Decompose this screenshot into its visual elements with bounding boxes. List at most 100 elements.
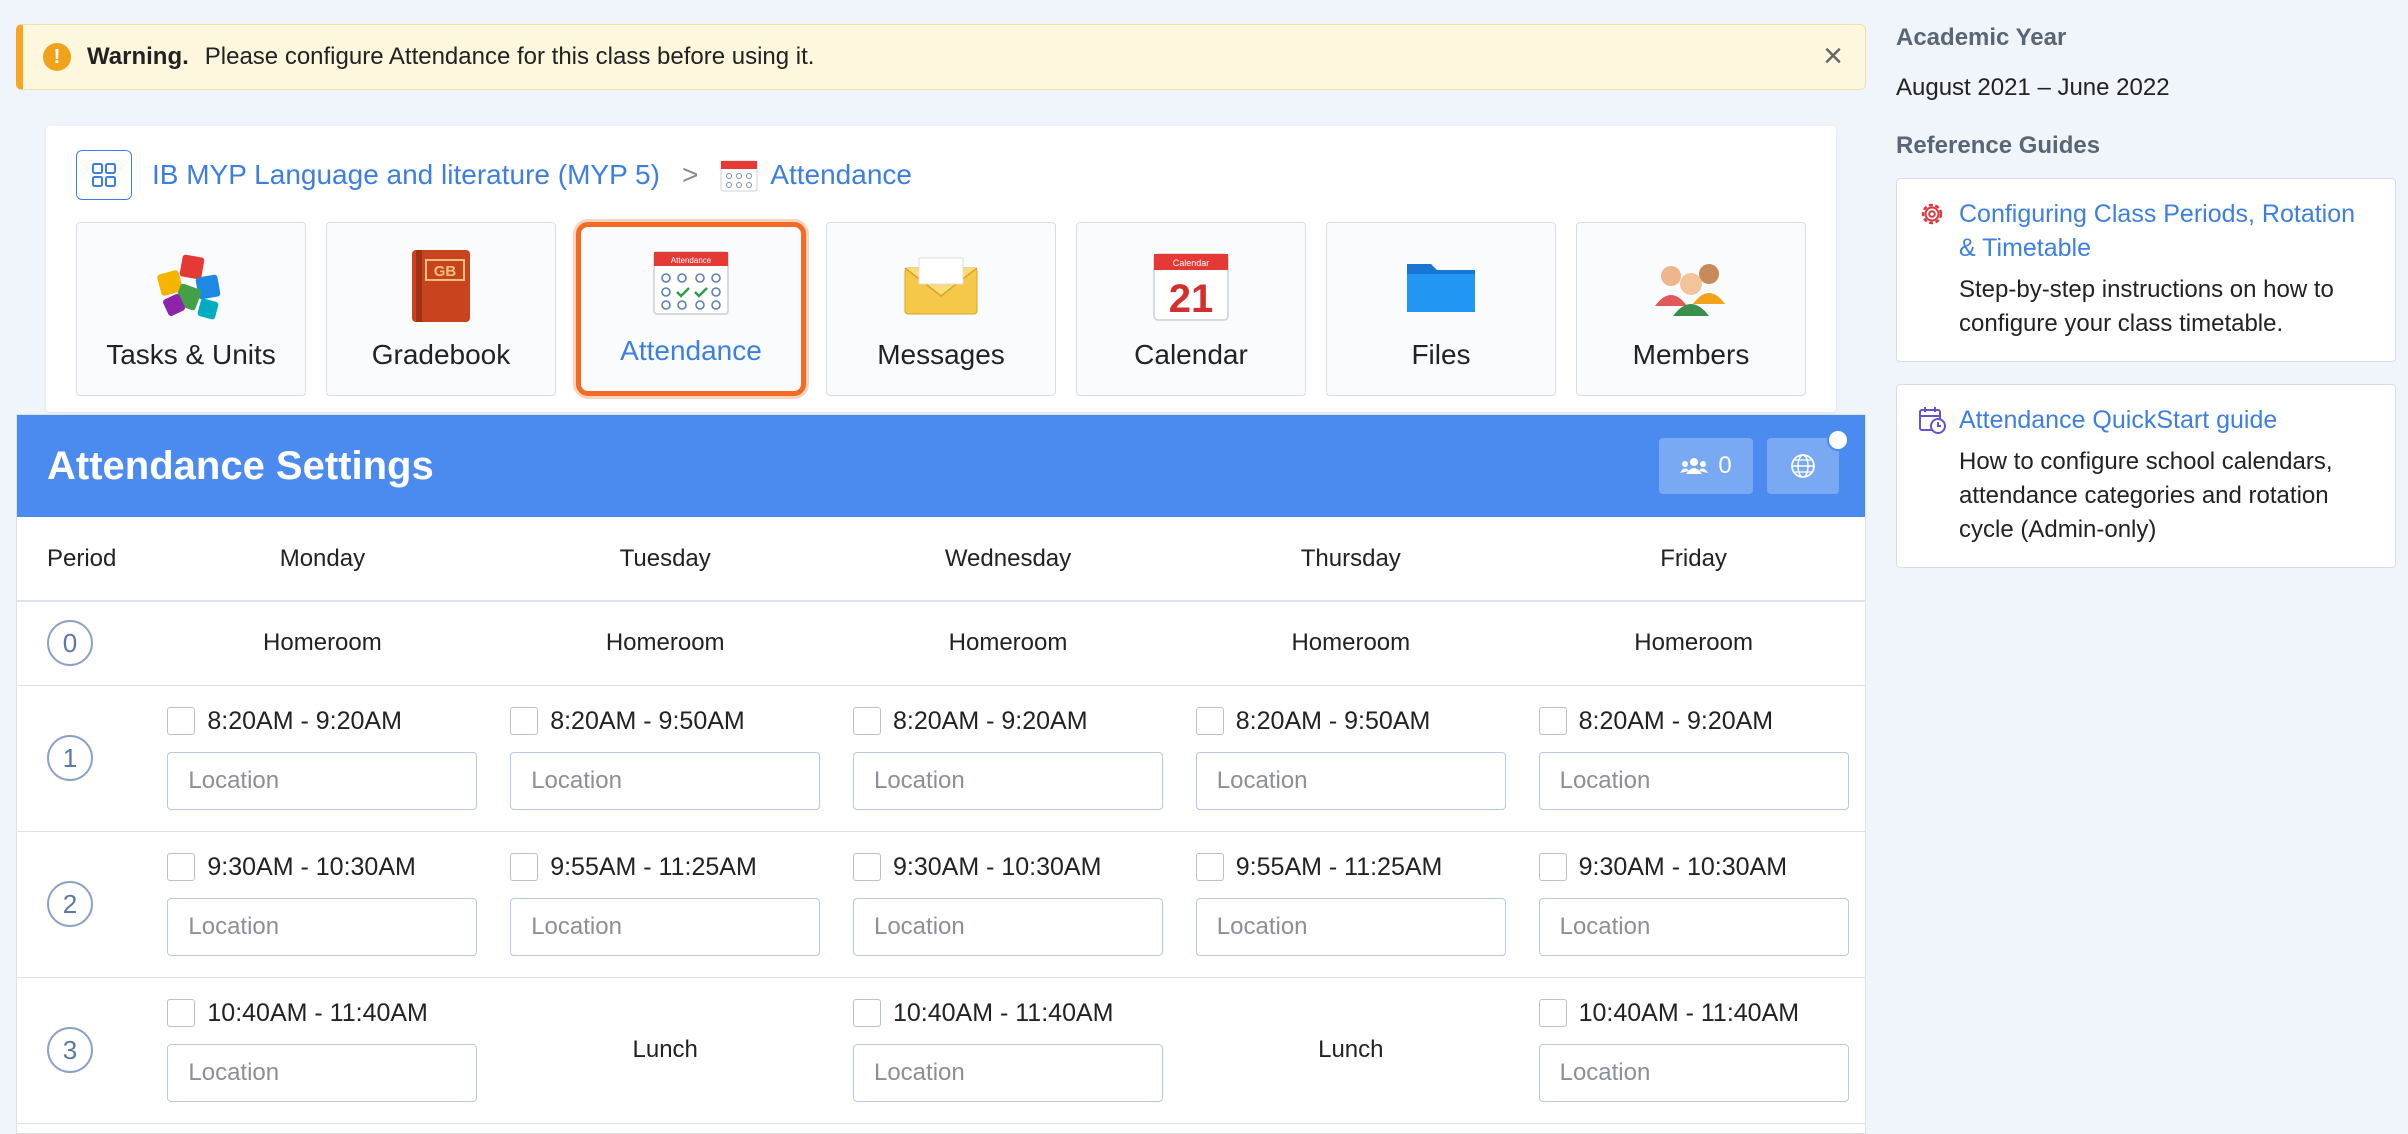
lunch-cell: Lunch: [493, 977, 837, 1124]
breadcrumb: IB MYP Language and literature (MYP 5) >…: [76, 150, 912, 200]
class-tools: Tasks & Units GB Gradebook Attendance At…: [76, 222, 1806, 396]
sidebar: Academic Year August 2021 – June 2022 Re…: [1896, 0, 2396, 590]
warning-title: Warning.: [87, 43, 189, 70]
main-area: ! Warning. Please configure Attendance f…: [0, 0, 1880, 1134]
location-input[interactable]: [1195, 751, 1506, 810]
period-slot: 10:40AM - 11:40AM: [167, 998, 478, 1102]
tile-attendance[interactable]: Attendance Attendance: [576, 222, 806, 396]
tile-gradebook[interactable]: GB Gradebook: [326, 222, 556, 396]
location-input[interactable]: [852, 1043, 1163, 1102]
period-checkbox[interactable]: [1538, 853, 1567, 881]
timetable: Period Monday Tuesday Wednesday Thursday…: [17, 517, 1865, 1124]
location-input[interactable]: [852, 751, 1163, 810]
period-checkbox[interactable]: [510, 853, 539, 881]
period-slot: 9:55AM - 11:25AM: [1195, 852, 1506, 956]
slot-time: 8:20AM - 9:20AM: [892, 706, 1088, 735]
table-row: 0 Homeroom Homeroom Homeroom Homeroom Ho…: [17, 601, 1865, 686]
tile-label: Tasks & Units: [106, 339, 276, 370]
period-slot: 8:20AM - 9:20AM: [1538, 707, 1849, 810]
location-input[interactable]: [510, 897, 821, 956]
period-number: 0: [47, 620, 93, 667]
tile-files[interactable]: Files: [1326, 222, 1556, 396]
period-checkbox[interactable]: [1195, 853, 1224, 881]
period-number: 1: [47, 735, 93, 781]
column-header: Wednesday: [836, 517, 1180, 602]
breadcrumb-current[interactable]: Attendance: [770, 159, 912, 191]
tile-label: Messages: [877, 339, 1005, 370]
period-checkbox[interactable]: [167, 853, 196, 881]
period-checkbox[interactable]: [852, 853, 881, 881]
tile-label: Attendance: [620, 335, 762, 366]
column-header: Friday: [1522, 517, 1865, 602]
period-checkbox[interactable]: [852, 707, 881, 735]
tile-label: Gradebook: [371, 339, 511, 370]
tile-label: Calendar: [1134, 339, 1248, 370]
apps-grid-button[interactable]: [76, 150, 132, 200]
puzzle-icon: [151, 249, 231, 323]
table-row: 2 9:30AM - 10:30AM 9:55AM - 11:25AM 9:30…: [17, 831, 1865, 978]
homeroom-cell: Homeroom: [151, 601, 494, 686]
location-input[interactable]: [1538, 1043, 1849, 1102]
reference-guides-heading: Reference Guides: [1896, 132, 2101, 159]
period-checkbox[interactable]: [510, 707, 539, 735]
svg-text:GB: GB: [434, 263, 457, 280]
calendar-clock-icon: [1919, 407, 1946, 434]
homeroom-cell: Homeroom: [493, 601, 837, 686]
tile-label: Files: [1411, 339, 1471, 370]
guide-description: How to configure school calendars, atten…: [1959, 448, 2333, 543]
table-row: 3 10:40AM - 11:40AM Lunch 10:40AM - 11:4…: [17, 977, 1865, 1124]
guide-link[interactable]: Configuring Class Periods, Rotation & Ti…: [1959, 197, 2375, 265]
period-slot: 10:40AM - 11:40AM: [1538, 998, 1849, 1102]
settings-title: Attendance Settings: [47, 443, 434, 488]
warning-icon: !: [43, 43, 71, 71]
members-count-button[interactable]: 0: [1659, 438, 1753, 494]
svg-text:Attendance: Attendance: [671, 256, 712, 265]
attendance-small-icon: [720, 160, 758, 192]
period-checkbox[interactable]: [1538, 707, 1567, 735]
location-input[interactable]: [852, 897, 1163, 956]
breadcrumb-separator: >: [681, 159, 699, 190]
guide-link[interactable]: Attendance QuickStart guide: [1959, 403, 2277, 437]
grid-icon: [92, 163, 116, 187]
location-input[interactable]: [510, 751, 821, 810]
period-slot: 8:20AM - 9:20AM: [167, 707, 478, 810]
period-number: 3: [47, 1027, 93, 1073]
period-slot: 9:30AM - 10:30AM: [1538, 852, 1849, 956]
calendar-icon: Calendar 21: [1151, 249, 1231, 323]
folder-icon: [1401, 249, 1481, 323]
tile-calendar[interactable]: Calendar 21 Calendar: [1076, 222, 1306, 396]
tile-members[interactable]: Members: [1576, 222, 1806, 396]
homeroom-cell: Homeroom: [1522, 601, 1865, 686]
slot-time: 10:40AM - 11:40AM: [1578, 998, 1800, 1027]
location-input[interactable]: [167, 751, 478, 810]
status-dot: [1827, 429, 1849, 451]
slot-time: 10:40AM - 11:40AM: [892, 998, 1114, 1027]
period-checkbox[interactable]: [167, 707, 196, 735]
location-input[interactable]: [1538, 897, 1849, 956]
breadcrumb-class-link[interactable]: IB MYP Language and literature (MYP 5): [152, 159, 660, 191]
slot-time: 10:40AM - 11:40AM: [207, 998, 428, 1027]
tile-messages[interactable]: Messages: [826, 222, 1056, 396]
column-header: Monday: [151, 517, 494, 602]
slot-time: 9:30AM - 10:30AM: [207, 852, 416, 881]
slot-time: 9:30AM - 10:30AM: [1578, 852, 1788, 881]
class-nav-card: IB MYP Language and literature (MYP 5) >…: [46, 126, 1836, 412]
close-icon[interactable]: ×: [1823, 39, 1843, 73]
period-slot: 8:20AM - 9:20AM: [852, 706, 1163, 810]
slot-time: 8:20AM - 9:50AM: [550, 706, 745, 735]
location-input[interactable]: [1538, 751, 1849, 810]
tile-tasks-units[interactable]: Tasks & Units: [76, 222, 306, 396]
slot-time: 9:55AM - 11:25AM: [1235, 852, 1443, 881]
period-checkbox[interactable]: [1195, 707, 1224, 735]
period-checkbox[interactable]: [852, 999, 881, 1027]
attendance-icon: Attendance: [651, 245, 731, 319]
period-checkbox[interactable]: [1538, 999, 1567, 1027]
location-input[interactable]: [167, 1043, 478, 1102]
members-count: 0: [1718, 452, 1732, 479]
attendance-settings-panel: Attendance Settings 0 Period Monday Tues…: [16, 414, 1866, 1134]
period-checkbox[interactable]: [167, 999, 196, 1027]
location-input[interactable]: [1195, 897, 1506, 956]
location-input[interactable]: [167, 897, 478, 956]
slot-time: 9:30AM - 10:30AM: [892, 852, 1102, 881]
gear-icon: [1921, 203, 1943, 225]
